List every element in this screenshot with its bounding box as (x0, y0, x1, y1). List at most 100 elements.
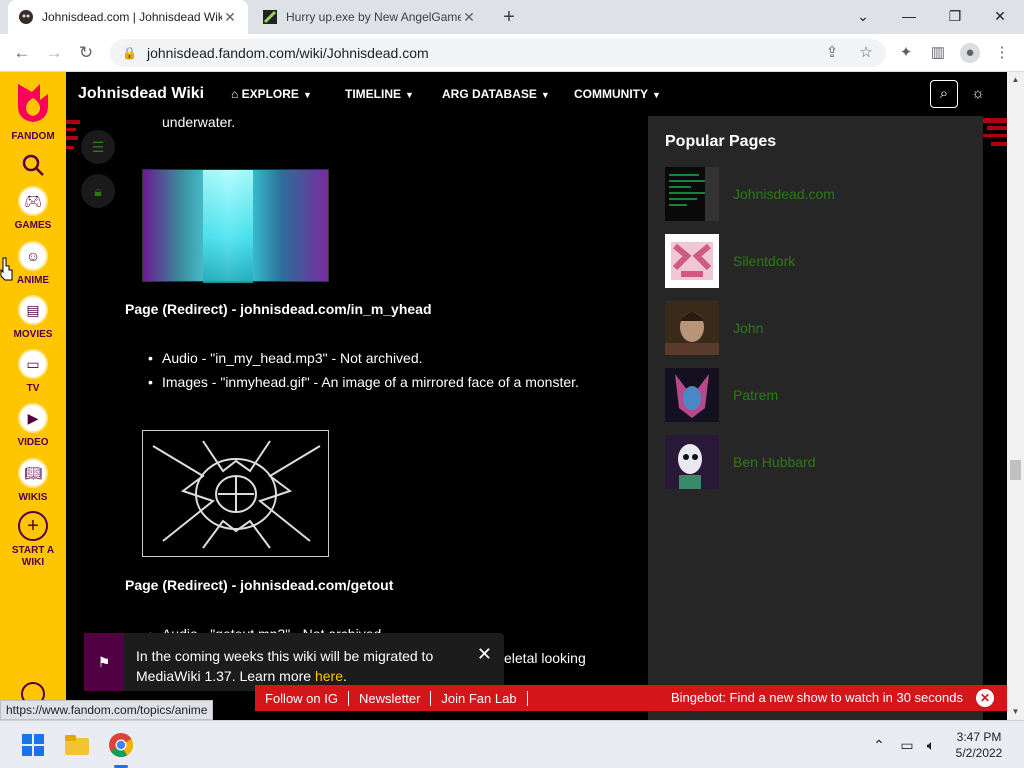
popular-page-item[interactable]: John (665, 301, 763, 355)
notice-learn-more-link[interactable]: here (315, 668, 343, 684)
chrome-icon[interactable] (108, 732, 134, 758)
nav-community[interactable]: COMMUNITY ▼ (574, 87, 661, 101)
rail-label: GAMES (14, 220, 52, 231)
rail-item-start-a-wiki[interactable]: + START A WIKI (0, 511, 66, 569)
newsletter-link[interactable]: Newsletter (349, 690, 432, 706)
volume-icon[interactable]: 🔈︎ (922, 736, 940, 754)
reload-icon[interactable]: ↻ (76, 43, 96, 63)
wiki-search-button[interactable]: ⌕ (930, 80, 958, 108)
url-text: johnisdead.fandom.com/wiki/Johnisdead.co… (146, 45, 429, 61)
nav-explore[interactable]: ⌂ EXPLORE ▼ (231, 87, 312, 101)
browser-tab-strip: Johnisdead.com | Johnisdead Wiki ✕ Hurry… (0, 0, 1024, 34)
extensions-puzzle-icon[interactable]: ✦ (896, 43, 916, 63)
pink-face-thumb-graphic (671, 242, 713, 280)
caret-down-icon: ▼ (405, 90, 414, 100)
bookmark-star-icon[interactable]: ☆ (856, 43, 876, 63)
lock-page-icon[interactable]: 🔒︎ (81, 174, 115, 208)
partial-text-fragment: eletal looking (504, 650, 586, 666)
popular-page-link: Silentdork (733, 253, 796, 269)
article-content: ☰ 🔒︎ underwater. Page (Redirect) - johni… (66, 116, 648, 720)
theme-toggle-button[interactable]: ☼ (964, 80, 992, 108)
mirrored-monster-image[interactable] (142, 430, 329, 557)
notice-line2: MediaWiki 1.37. Learn more (136, 668, 315, 684)
water-splash-shape (203, 170, 253, 283)
tab-close-icon[interactable]: ✕ (461, 9, 477, 25)
popular-page-link: Patrem (733, 387, 779, 403)
menu-kebab-icon[interactable]: ⋮ (992, 43, 1012, 63)
profile-avatar-icon[interactable]: ● (960, 43, 980, 63)
restore-icon[interactable]: ❐ (945, 6, 965, 26)
windows-start-icon[interactable] (20, 732, 46, 758)
taskbar-clock[interactable]: 3:47 PM 5/2/2022 (944, 729, 1014, 761)
popular-page-thumb (665, 435, 719, 489)
plus-circle-icon: + (18, 511, 48, 541)
follow-on-ig-link[interactable]: Follow on IG (255, 690, 349, 706)
ben-hubbard-thumb-graphic (678, 444, 702, 489)
scrollbar-thumb[interactable] (1010, 460, 1021, 480)
tray-chevron-up-icon[interactable]: ⌃ (870, 736, 888, 754)
nav-label: TIMELINE (345, 87, 401, 101)
wiki-header: Johnisdead Wiki ⌂ EXPLORE ▼ TIMELINE ▼ ARG… (66, 72, 1024, 116)
rail-item-games[interactable]: 🎮︎ GAMES (0, 186, 66, 232)
clock-time: 3:47 PM (956, 730, 1002, 744)
nav-label: EXPLORE (241, 87, 299, 101)
wiki-title[interactable]: Johnisdead Wiki (78, 85, 204, 103)
popular-page-item[interactable]: Ben Hubbard (665, 435, 816, 489)
browser-tab-active[interactable]: Johnisdead.com | Johnisdead Wiki ✕ (8, 0, 248, 34)
new-tab-icon[interactable]: + (499, 7, 519, 27)
rail-item-movies[interactable]: ▤ MOVIES (0, 295, 66, 341)
paragraph-fragment: underwater. (162, 116, 236, 130)
close-bar-icon[interactable]: ✕ (976, 689, 994, 707)
popular-page-thumb (665, 301, 719, 355)
popular-page-thumb (665, 368, 719, 422)
list-item: Images - "inmyhead.gif" - An image of a … (148, 374, 579, 390)
left-red-decoration (66, 120, 80, 149)
tab-search-chevron-icon[interactable]: ⌄ (853, 6, 873, 26)
background-decoration (983, 116, 1007, 720)
rail-item-video[interactable]: ▶ VIDEO (0, 403, 66, 449)
forward-arrow-icon[interactable]: → (44, 43, 64, 63)
patrem-thumb-graphic (675, 374, 709, 418)
search-icon[interactable] (21, 153, 45, 177)
fandom-heart-logo[interactable] (14, 80, 52, 124)
side-panel-icon[interactable]: ▥ (928, 43, 948, 63)
popular-page-item[interactable]: Patrem (665, 368, 778, 422)
nav-arg-database[interactable]: ARG DATABASE ▼ (442, 87, 550, 101)
popular-page-item[interactable]: Johnisdead.com (665, 167, 835, 221)
popular-page-item[interactable]: Silentdork (665, 234, 795, 288)
address-bar[interactable]: 🔒 johnisdead.fandom.com/wiki/Johnisdead.… (110, 39, 886, 67)
terminal-thumb-graphic (669, 167, 719, 221)
popular-page-link: Ben Hubbard (733, 454, 816, 470)
nav-timeline[interactable]: TIMELINE ▼ (345, 87, 414, 101)
popular-page-link: John (733, 320, 764, 336)
join-fan-lab-link[interactable]: Join Fan Lab (431, 690, 528, 706)
notice-message: In the coming weeks this wiki will be mi… (136, 646, 466, 686)
scroll-up-arrow-icon[interactable]: ▲ (1007, 72, 1024, 88)
section-heading-getout: Page (Redirect) - johnisdead.com/getout (125, 577, 394, 593)
tab-close-icon[interactable]: ✕ (222, 9, 238, 25)
browser-tab-inactive[interactable]: Hurry up.exe by New AngelGames ✕ (252, 0, 487, 34)
bingebot-link[interactable]: Bingebot: Find a new show to watch in 30… (671, 690, 963, 705)
page-scrollbar[interactable]: ▲ ▼ (1007, 72, 1024, 720)
scroll-down-arrow-icon[interactable]: ▼ (1007, 704, 1024, 720)
file-explorer-icon[interactable] (64, 732, 90, 758)
fandom-wordmark[interactable]: FANDOM (0, 131, 66, 142)
popular-page-link: Johnisdead.com (733, 186, 835, 202)
browser-toolbar: ← → ↻ 🔒 johnisdead.fandom.com/wiki/Johni… (0, 34, 1024, 72)
explore-icon: ⌂ (231, 87, 242, 101)
rail-item-tv[interactable]: ▭ TV (0, 349, 66, 395)
tab-title: Hurry up.exe by New AngelGames (286, 10, 461, 24)
back-arrow-icon[interactable]: ← (12, 43, 32, 63)
underwater-image[interactable] (142, 169, 329, 283)
john-photo-thumb-graphic (665, 312, 719, 355)
close-window-icon[interactable]: ✕ (990, 6, 1010, 26)
network-icon[interactable]: ▭ (898, 736, 916, 754)
minimize-icon[interactable]: — (899, 6, 919, 26)
windows-taskbar: ⌃ ▭ 🔈︎ 3:47 PM 5/2/2022 (0, 720, 1024, 768)
close-notice-icon[interactable]: ✕ (477, 644, 492, 664)
share-icon[interactable]: ⇪ (822, 43, 842, 63)
toc-list-icon[interactable]: ☰ (81, 130, 115, 164)
rail-item-wikis[interactable]: 📖︎ WIKIS (0, 458, 66, 504)
migration-notice: ⚑ In the coming weeks this wiki will be … (84, 633, 504, 691)
list-item: Audio - "in_my_head.mp3" - Not archived. (148, 350, 422, 366)
